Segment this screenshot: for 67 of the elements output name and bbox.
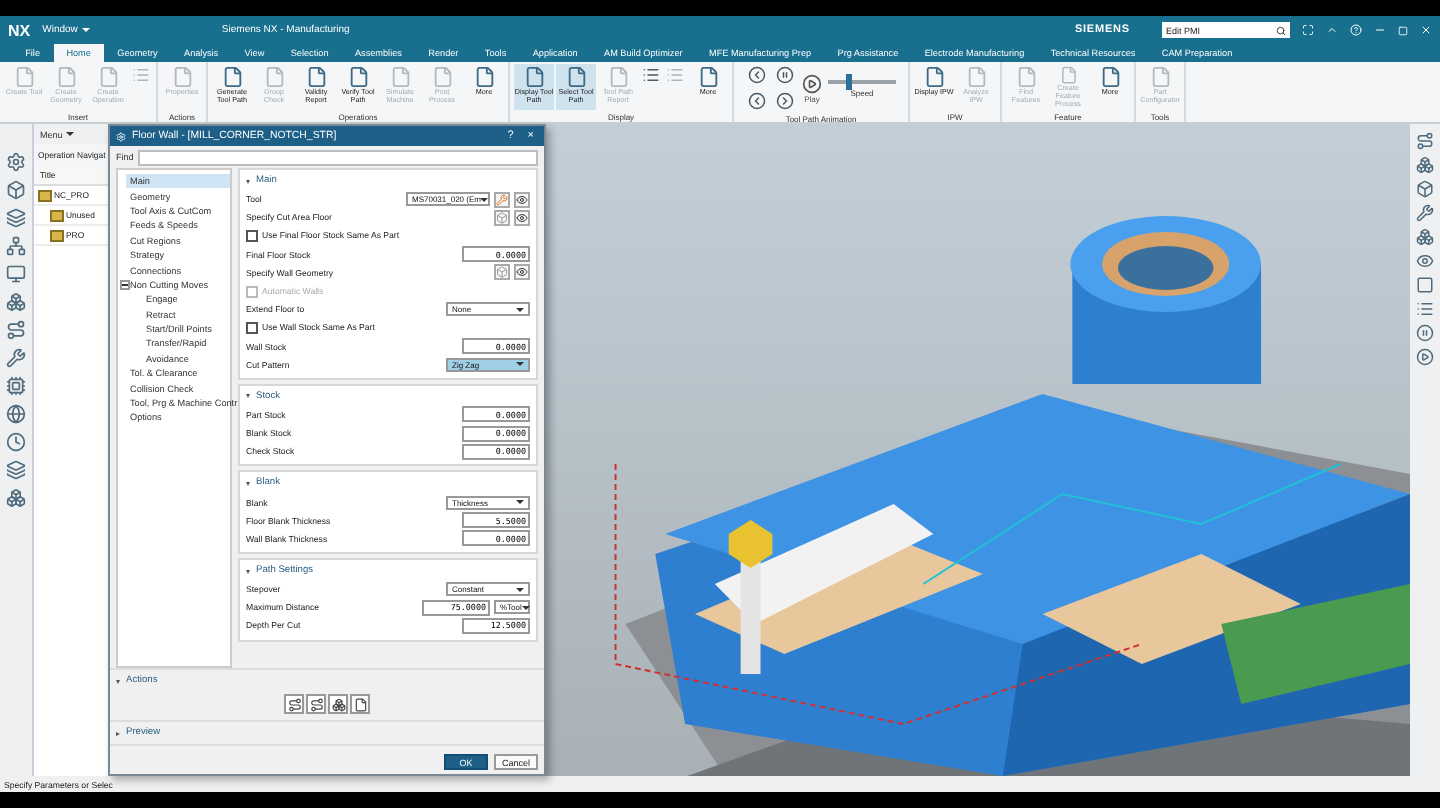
file-icon xyxy=(697,66,719,88)
maximize-icon[interactable] xyxy=(1398,25,1408,35)
cube-icon[interactable] xyxy=(6,180,26,200)
minimize-icon[interactable] xyxy=(1374,24,1386,36)
boxes-icon[interactable] xyxy=(6,292,26,312)
route-icon[interactable] xyxy=(1415,132,1435,152)
file-icon xyxy=(923,66,945,88)
file-icon xyxy=(607,66,629,88)
file-icon xyxy=(473,66,495,88)
file-icon xyxy=(13,66,35,88)
collapse-icon[interactable] xyxy=(120,279,130,290)
wrench-icon[interactable] xyxy=(1415,204,1435,224)
file-icon xyxy=(55,66,77,88)
layers-icon[interactable] xyxy=(6,460,26,480)
file-icon xyxy=(263,66,285,88)
eye-icon[interactable] xyxy=(514,264,530,281)
eye-icon[interactable] xyxy=(1415,252,1435,272)
play-icon[interactable] xyxy=(1415,348,1435,368)
help-icon[interactable] xyxy=(1350,24,1362,36)
layers-icon[interactable] xyxy=(6,208,26,228)
monitor-icon[interactable] xyxy=(6,264,26,284)
app-logo: NX xyxy=(8,21,31,39)
wrench-icon[interactable] xyxy=(6,348,26,368)
slider-thumb[interactable] xyxy=(845,73,851,89)
file-icon xyxy=(1015,66,1037,88)
file-icon xyxy=(1149,66,1171,88)
search-icon[interactable] xyxy=(1276,25,1286,35)
file-icon xyxy=(523,66,545,88)
file-icon xyxy=(1099,66,1121,88)
gear-icon xyxy=(116,131,126,141)
file-icon xyxy=(305,66,327,88)
route-icon[interactable] xyxy=(6,320,26,340)
cube-icon[interactable] xyxy=(1415,180,1435,200)
clock-icon[interactable] xyxy=(6,432,26,452)
route-icon[interactable] xyxy=(306,694,326,714)
rewind-icon[interactable] xyxy=(746,90,768,112)
file-icon xyxy=(389,66,411,88)
pause-icon[interactable] xyxy=(1415,324,1435,344)
file-icon xyxy=(221,66,243,88)
file-icon xyxy=(965,66,987,88)
list-icon[interactable] xyxy=(1415,300,1435,320)
boxes-icon[interactable] xyxy=(1415,228,1435,248)
pause-icon[interactable] xyxy=(774,64,796,86)
checkbox[interactable] xyxy=(246,321,258,334)
file-icon xyxy=(431,66,453,88)
file-icon xyxy=(1057,66,1079,85)
boxes-icon[interactable] xyxy=(1415,156,1435,176)
step-back-icon[interactable] xyxy=(746,64,768,86)
settings-icon[interactable] xyxy=(6,152,26,172)
globe-icon[interactable] xyxy=(6,404,26,424)
eye-icon[interactable] xyxy=(514,191,530,208)
boxes-icon[interactable] xyxy=(6,488,26,508)
close-icon[interactable] xyxy=(1420,24,1432,36)
route-icon[interactable] xyxy=(284,694,304,714)
cpu-icon[interactable] xyxy=(6,376,26,396)
network-icon[interactable] xyxy=(6,236,26,256)
eye-icon[interactable] xyxy=(514,209,530,226)
boxes-icon[interactable] xyxy=(328,694,348,714)
step-forward-icon[interactable] xyxy=(774,90,796,112)
file-icon xyxy=(565,66,587,88)
file-icon xyxy=(97,66,119,88)
file-icon xyxy=(171,66,193,88)
file-icon[interactable] xyxy=(350,694,370,714)
file-icon xyxy=(347,66,369,88)
find-field[interactable] xyxy=(137,149,538,165)
checkbox[interactable] xyxy=(246,229,258,242)
window-icon[interactable] xyxy=(1415,276,1435,296)
